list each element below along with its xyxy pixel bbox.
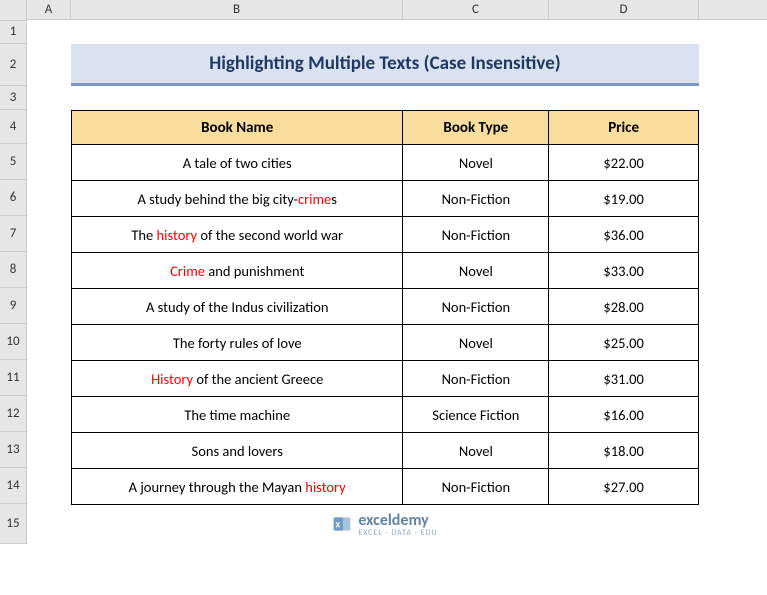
svg-text:X: X bbox=[336, 520, 341, 530]
cell[interactable]: The time machine bbox=[72, 397, 403, 433]
data-table: Book NameBook TypePrice A tale of two ci… bbox=[71, 110, 699, 505]
table-row: History of the ancient GreeceNon-Fiction… bbox=[72, 361, 699, 397]
cell[interactable]: $22.00 bbox=[549, 145, 699, 181]
row-header-6[interactable]: 6 bbox=[0, 180, 26, 216]
column-header-b[interactable]: B bbox=[71, 0, 403, 19]
row-header-11[interactable]: 11 bbox=[0, 360, 26, 396]
cell[interactable]: $33.00 bbox=[549, 253, 699, 289]
cell[interactable]: Non-Fiction bbox=[403, 361, 549, 397]
cell[interactable]: $25.00 bbox=[549, 325, 699, 361]
brand-tagline: EXCEL · DATA · EDU bbox=[358, 528, 437, 538]
brand-block: exceldemy EXCEL · DATA · EDU bbox=[358, 511, 437, 538]
column-header-a[interactable]: A bbox=[27, 0, 71, 19]
row-header-3[interactable]: 3 bbox=[0, 86, 26, 110]
row-headers: 123456789101112131415 bbox=[0, 20, 27, 544]
row-header-12[interactable]: 12 bbox=[0, 396, 26, 432]
column-header-c[interactable]: C bbox=[403, 0, 549, 19]
sheet-content: Highlighting Multiple Texts (Case Insens… bbox=[27, 20, 767, 544]
cell[interactable]: Non-Fiction bbox=[403, 181, 549, 217]
table-header[interactable]: Book Type bbox=[403, 111, 549, 145]
cell[interactable]: Novel bbox=[403, 325, 549, 361]
title-text: Highlighting Multiple Texts (Case Insens… bbox=[209, 52, 560, 75]
row-header-14[interactable]: 14 bbox=[0, 468, 26, 504]
cell[interactable]: Novel bbox=[403, 145, 549, 181]
table-row: The history of the second world warNon-F… bbox=[72, 217, 699, 253]
highlighted-text: crime bbox=[298, 190, 331, 208]
cell[interactable]: A study behind the big city-crimes bbox=[72, 181, 403, 217]
row-header-4[interactable]: 4 bbox=[0, 110, 26, 144]
table-header[interactable]: Book Name bbox=[72, 111, 403, 145]
table-header[interactable]: Price bbox=[549, 111, 699, 145]
cell[interactable]: History of the ancient Greece bbox=[72, 361, 403, 397]
cell[interactable]: A study of the Indus civilization bbox=[72, 289, 403, 325]
cell[interactable]: $18.00 bbox=[549, 433, 699, 469]
excel-icon: X bbox=[332, 514, 352, 534]
highlighted-text: history bbox=[157, 226, 198, 244]
sheet-title: Highlighting Multiple Texts (Case Insens… bbox=[71, 44, 699, 86]
select-all-corner[interactable] bbox=[0, 0, 27, 21]
table-row: The forty rules of loveNovel$25.00 bbox=[72, 325, 699, 361]
table-row: A study behind the big city-crimesNon-Fi… bbox=[72, 181, 699, 217]
cell[interactable]: $27.00 bbox=[549, 469, 699, 505]
cell[interactable]: A journey through the Mayan history bbox=[72, 469, 403, 505]
row-header-9[interactable]: 9 bbox=[0, 288, 26, 324]
cell[interactable]: A tale of two cities bbox=[72, 145, 403, 181]
row-header-10[interactable]: 10 bbox=[0, 324, 26, 360]
table-row: A journey through the Mayan historyNon-F… bbox=[72, 469, 699, 505]
cell[interactable]: $19.00 bbox=[549, 181, 699, 217]
cell[interactable]: $28.00 bbox=[549, 289, 699, 325]
table-row: A tale of two citiesNovel$22.00 bbox=[72, 145, 699, 181]
table-row: Crime and punishmentNovel$33.00 bbox=[72, 253, 699, 289]
cell[interactable]: Science Fiction bbox=[403, 397, 549, 433]
row-header-13[interactable]: 13 bbox=[0, 432, 26, 468]
table-row: Sons and loversNovel$18.00 bbox=[72, 433, 699, 469]
row-header-1[interactable]: 1 bbox=[0, 20, 26, 44]
brand-name: exceldemy bbox=[358, 511, 437, 530]
row-header-15[interactable]: 15 bbox=[0, 504, 26, 544]
table-row: The time machineScience Fiction$16.00 bbox=[72, 397, 699, 433]
spreadsheet-view: ABCD 123456789101112131415 Highlighting … bbox=[0, 0, 767, 595]
row-header-5[interactable]: 5 bbox=[0, 144, 26, 180]
row-header-2[interactable]: 2 bbox=[0, 44, 26, 86]
highlighted-text: history bbox=[305, 478, 346, 496]
cell[interactable]: Sons and lovers bbox=[72, 433, 403, 469]
cell[interactable]: Non-Fiction bbox=[403, 289, 549, 325]
cell[interactable]: $36.00 bbox=[549, 217, 699, 253]
cell[interactable]: $16.00 bbox=[549, 397, 699, 433]
cell[interactable]: Crime and punishment bbox=[72, 253, 403, 289]
cell[interactable]: Non-Fiction bbox=[403, 469, 549, 505]
highlighted-text: History bbox=[151, 370, 193, 388]
cell[interactable]: Novel bbox=[403, 253, 549, 289]
column-headers: ABCD bbox=[27, 0, 767, 20]
row-header-7[interactable]: 7 bbox=[0, 216, 26, 252]
column-header-d[interactable]: D bbox=[549, 0, 699, 19]
cell[interactable]: $31.00 bbox=[549, 361, 699, 397]
highlighted-text: Crime bbox=[170, 262, 205, 280]
table-row: A study of the Indus civilizationNon-Fic… bbox=[72, 289, 699, 325]
watermark-footer: X exceldemy EXCEL · DATA · EDU bbox=[71, 504, 699, 544]
row-header-8[interactable]: 8 bbox=[0, 252, 26, 288]
cell[interactable]: The forty rules of love bbox=[72, 325, 403, 361]
cell[interactable]: The history of the second world war bbox=[72, 217, 403, 253]
cell[interactable]: Novel bbox=[403, 433, 549, 469]
cell[interactable]: Non-Fiction bbox=[403, 217, 549, 253]
